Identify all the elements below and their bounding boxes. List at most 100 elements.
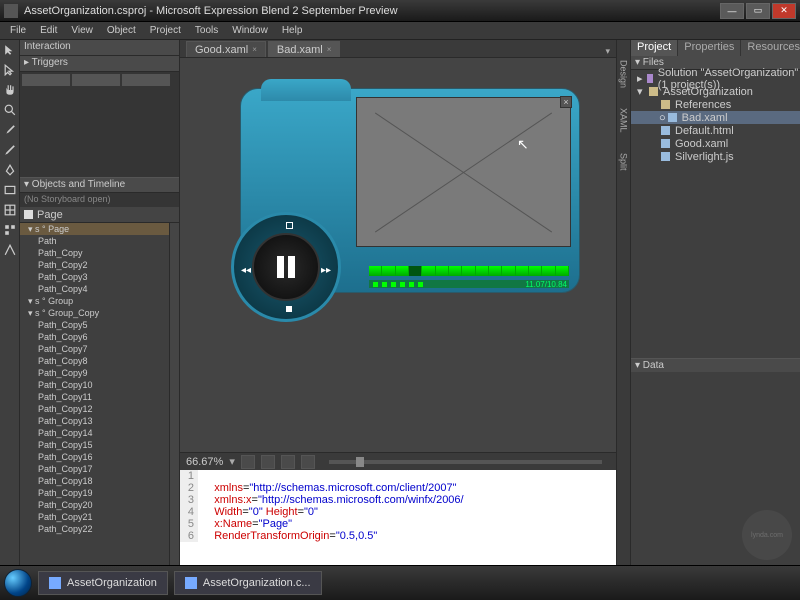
tree-row[interactable]: Path_Copy8: [20, 355, 169, 367]
objects-tree[interactable]: ▾ s ° PagePathPath_CopyPath_Copy2Path_Co…: [20, 223, 169, 565]
tree-row[interactable]: Path_Copy22: [20, 523, 169, 535]
pen-tool-icon[interactable]: [4, 164, 16, 176]
data-header[interactable]: ▾ Data: [631, 358, 800, 372]
files-tree[interactable]: ▸Solution "AssetOrganization" (1 project…: [631, 70, 800, 165]
page-root-row[interactable]: Page: [20, 207, 179, 223]
triggers-header[interactable]: ▸ Triggers: [20, 56, 179, 72]
menu-tools[interactable]: Tools: [189, 24, 224, 37]
tree-row[interactable]: Path_Copy21: [20, 511, 169, 523]
folder-icon: [49, 577, 61, 589]
brush-tool-icon[interactable]: [4, 144, 16, 156]
direct-select-tool-icon[interactable]: [4, 64, 16, 76]
taskbar-button-2[interactable]: AssetOrganization.c...: [174, 571, 322, 595]
tab-good-xaml[interactable]: Good.xaml×: [186, 41, 266, 57]
trigger-add2-button[interactable]: [72, 74, 120, 86]
app-icon: [4, 4, 18, 18]
grid-toggle-icon[interactable]: [281, 455, 295, 469]
selection-tool-icon[interactable]: [4, 44, 16, 56]
menu-view[interactable]: View: [65, 24, 99, 37]
xaml-editor[interactable]: 12 xmlns="http://schemas.microsoft.com/c…: [180, 470, 616, 565]
project-tab[interactable]: Project: [631, 40, 678, 56]
pan-tool-icon[interactable]: [4, 84, 16, 96]
tree-row[interactable]: Path_Copy2: [20, 259, 169, 271]
previous-icon[interactable]: ◂◂: [240, 264, 252, 276]
progress-bar[interactable]: [369, 266, 569, 276]
tree-row[interactable]: Path_Copy6: [20, 331, 169, 343]
xaml-view-tab[interactable]: XAML: [619, 108, 629, 133]
tree-row[interactable]: Path_Copy17: [20, 463, 169, 475]
menu-help[interactable]: Help: [276, 24, 309, 37]
tree-row[interactable]: Path_Copy3: [20, 271, 169, 283]
tree-row[interactable]: Path_Copy18: [20, 475, 169, 487]
tree-row[interactable]: Path_Copy: [20, 247, 169, 259]
properties-tab[interactable]: Properties: [678, 40, 741, 56]
grid-view-icon[interactable]: [241, 455, 255, 469]
file-row[interactable]: ▸Solution "AssetOrganization" (1 project…: [631, 72, 800, 85]
file-row[interactable]: Silverlight.js: [631, 150, 800, 163]
close-icon[interactable]: ×: [252, 45, 257, 54]
horizontal-scrollbar[interactable]: [329, 460, 602, 464]
design-view-tab[interactable]: Design: [619, 60, 629, 88]
menu-object[interactable]: Object: [101, 24, 142, 37]
effects-icon[interactable]: [301, 455, 315, 469]
tree-row[interactable]: Path_Copy5: [20, 319, 169, 331]
asset-tool-icon[interactable]: [4, 244, 16, 256]
timecode-label: 11.07/10.84: [525, 280, 567, 289]
zoom-level[interactable]: 66.67%: [186, 456, 223, 468]
tree-row[interactable]: Path: [20, 235, 169, 247]
tree-row[interactable]: Path_Copy12: [20, 403, 169, 415]
pause-button[interactable]: [252, 233, 320, 301]
resources-tab[interactable]: Resources: [741, 40, 800, 56]
maximize-button[interactable]: ▭: [746, 3, 770, 19]
tree-row[interactable]: Path_Copy11: [20, 391, 169, 403]
tree-row[interactable]: Path_Copy4: [20, 283, 169, 295]
file-row[interactable]: References: [631, 98, 800, 111]
layout-tool-icon[interactable]: [4, 204, 16, 216]
snap-icon[interactable]: [261, 455, 275, 469]
media-player: × ↖ 11.07/10.84 ◂◂ ▸▸: [240, 88, 580, 293]
split-view-tab[interactable]: Split: [619, 153, 629, 171]
tree-row[interactable]: ▾ s ° Page: [20, 223, 169, 235]
tab-bad-xaml[interactable]: Bad.xaml×: [268, 41, 341, 57]
file-row[interactable]: Good.xaml: [631, 137, 800, 150]
tree-row[interactable]: Path_Copy14: [20, 427, 169, 439]
trigger-add-button[interactable]: [22, 74, 70, 86]
pause-icon: [277, 256, 295, 278]
tree-row[interactable]: Path_Copy19: [20, 487, 169, 499]
tree-row[interactable]: Path_Copy16: [20, 451, 169, 463]
close-button[interactable]: ✕: [772, 3, 796, 19]
tree-row[interactable]: Path_Copy7: [20, 343, 169, 355]
menu-window[interactable]: Window: [226, 24, 274, 37]
tree-row[interactable]: Path_Copy15: [20, 439, 169, 451]
menu-file[interactable]: File: [4, 24, 32, 37]
tree-row[interactable]: ▾ s ° Group: [20, 295, 169, 307]
rectangle-tool-icon[interactable]: [4, 184, 16, 196]
close-icon[interactable]: ×: [327, 45, 332, 54]
tree-row[interactable]: Path_Copy9: [20, 367, 169, 379]
trigger-delete-button[interactable]: [122, 74, 170, 86]
menu-project[interactable]: Project: [144, 24, 187, 37]
tree-row[interactable]: Path_Copy20: [20, 499, 169, 511]
video-placeholder[interactable]: × ↖: [356, 97, 571, 247]
eyedropper-tool-icon[interactable]: [4, 124, 16, 136]
file-row[interactable]: Default.html: [631, 124, 800, 137]
stop-icon[interactable]: [283, 303, 295, 315]
dial-top-button[interactable]: [283, 219, 295, 231]
next-icon[interactable]: ▸▸: [320, 264, 332, 276]
zoom-dropdown-icon[interactable]: ▾: [229, 455, 235, 468]
file-row[interactable]: ○ Bad.xaml: [631, 111, 800, 124]
objects-timeline-header[interactable]: ▾ Objects and Timeline: [20, 177, 179, 193]
minimize-button[interactable]: —: [720, 3, 744, 19]
tree-row[interactable]: Path_Copy13: [20, 415, 169, 427]
video-close-icon[interactable]: ×: [560, 96, 572, 108]
menu-edit[interactable]: Edit: [34, 24, 63, 37]
tree-row[interactable]: ▾ s ° Group_Copy: [20, 307, 169, 319]
zoom-tool-icon[interactable]: [4, 104, 16, 116]
tabs-dropdown-icon[interactable]: ▾: [599, 46, 616, 57]
artboard[interactable]: × ↖ 11.07/10.84 ◂◂ ▸▸: [180, 58, 616, 452]
start-orb-icon[interactable]: [4, 569, 32, 597]
text-tool-icon[interactable]: [4, 224, 16, 236]
tree-row[interactable]: Path_Copy10: [20, 379, 169, 391]
player-tab-shape: [261, 79, 351, 101]
taskbar-button-1[interactable]: AssetOrganization: [38, 571, 168, 595]
